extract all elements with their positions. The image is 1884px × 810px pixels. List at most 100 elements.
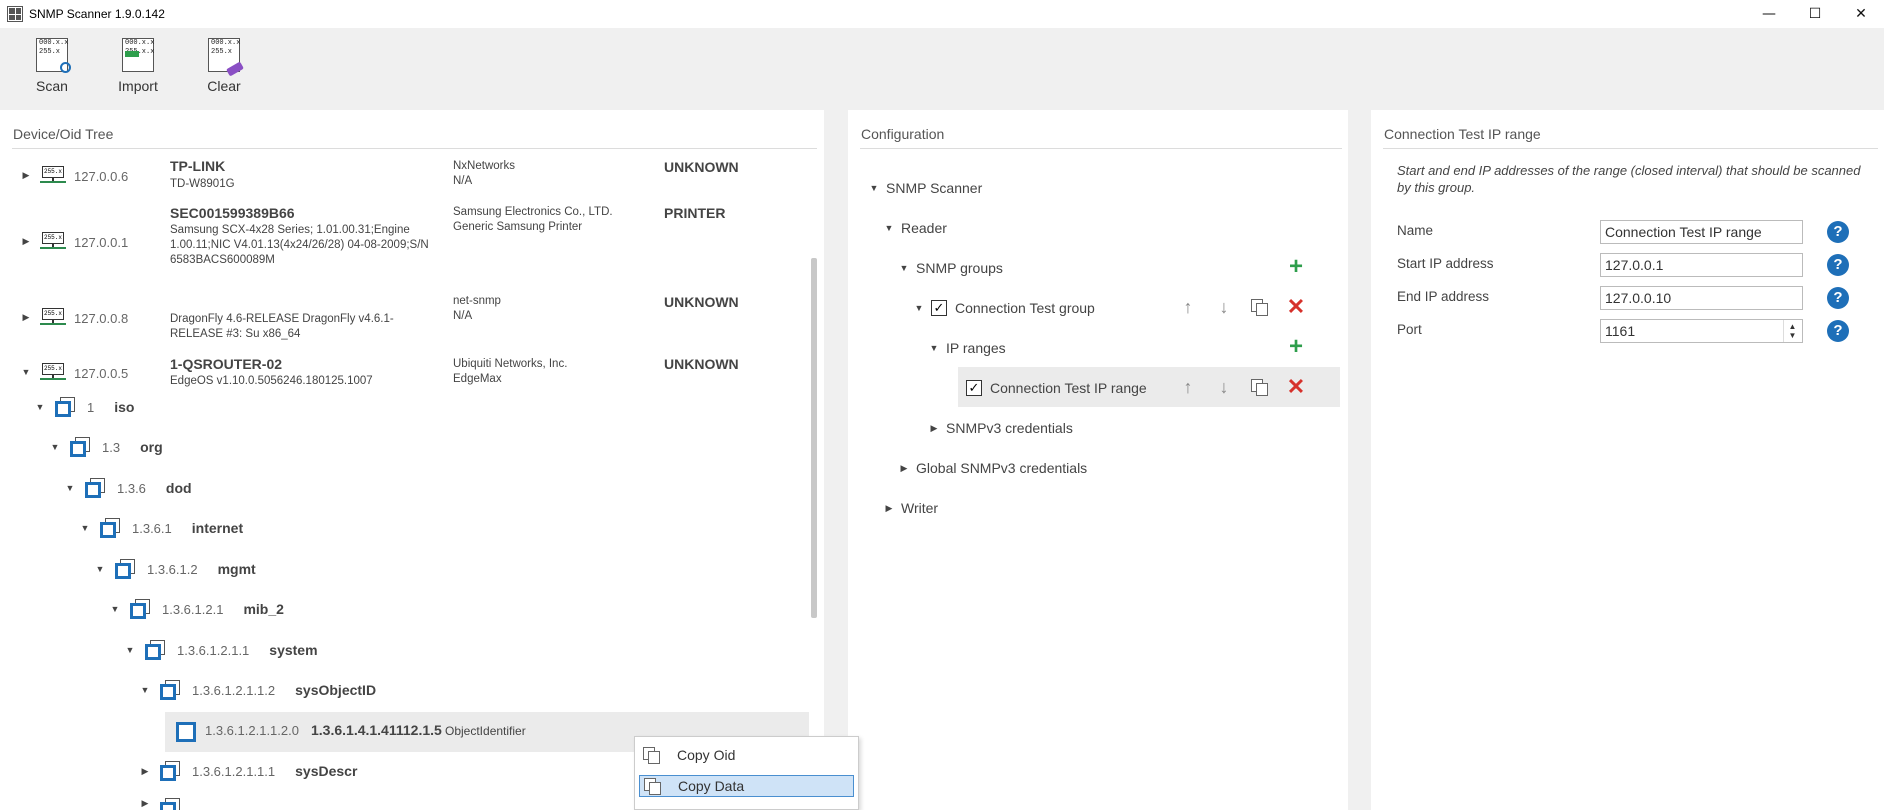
collapse-arrow-icon[interactable]: ▼: [928, 343, 940, 353]
move-up-icon[interactable]: ↑: [1178, 377, 1198, 397]
collapse-arrow-icon[interactable]: ▼: [21, 367, 31, 377]
oid-node[interactable]: ▼ 1.3.6.1.2.1.1 system: [123, 635, 318, 665]
move-down-icon[interactable]: ↓: [1214, 297, 1234, 317]
name-field-row: Name ?: [1397, 220, 1867, 244]
collapse-arrow-icon[interactable]: ▼: [138, 685, 152, 695]
collapse-arrow-icon[interactable]: ▼: [78, 523, 92, 533]
expand-arrow-icon[interactable]: ▶: [21, 236, 31, 246]
collapse-arrow-icon[interactable]: ▼: [898, 263, 910, 273]
duplicate-icon[interactable]: [1251, 299, 1268, 316]
expand-arrow-icon[interactable]: ▶: [21, 312, 31, 322]
oid-name: mib_2: [243, 601, 284, 617]
oid-node[interactable]: ▼ 1.3.6.1.2.1.1.2 sysObjectID: [138, 675, 376, 705]
tree-scrollbar[interactable]: [811, 258, 817, 618]
help-icon[interactable]: ?: [1827, 221, 1849, 243]
tree-node-snmp-scanner[interactable]: ▼ SNMP Scanner: [868, 176, 983, 200]
scan-button[interactable]: 000.x.x 255.x Scan: [17, 28, 87, 110]
move-down-icon[interactable]: ↓: [1214, 377, 1234, 397]
oid-node[interactable]: ▼ 1.3 org: [48, 432, 163, 462]
expand-arrow-icon[interactable]: ▶: [138, 766, 152, 777]
close-button[interactable]: ✕: [1838, 0, 1884, 28]
tree-node-global-snmpv3[interactable]: ▶ Global SNMPv3 credentials: [898, 456, 1088, 480]
end-ip-input[interactable]: [1600, 286, 1803, 310]
node-label: Connection Test group: [955, 300, 1095, 316]
clear-button[interactable]: 000.x.x 255.x Clear: [189, 28, 259, 110]
oid-name: sysDescr: [295, 763, 358, 779]
collapse-arrow-icon[interactable]: ▼: [48, 442, 62, 452]
oid-node-partial[interactable]: ▶: [138, 798, 180, 810]
device-type: UNKNOWN: [664, 294, 739, 310]
add-group-button[interactable]: +: [1286, 253, 1306, 280]
collapse-arrow-icon[interactable]: ▼: [33, 402, 47, 412]
tree-node-snmp-groups[interactable]: ▼ SNMP groups: [898, 256, 1003, 280]
node-label: SNMPv3 credentials: [946, 420, 1073, 436]
maximize-button[interactable]: ☐: [1792, 0, 1838, 28]
collapse-arrow-icon[interactable]: ▼: [63, 483, 77, 493]
window-title: SNMP Scanner 1.9.0.142: [29, 7, 165, 21]
duplicate-icon[interactable]: [1251, 379, 1268, 396]
collapse-arrow-icon[interactable]: ▼: [93, 564, 107, 574]
copy-icon: [643, 747, 661, 764]
collapse-arrow-icon[interactable]: ▼: [123, 645, 137, 655]
copy-icon: [644, 778, 662, 795]
expand-arrow-icon[interactable]: ▶: [21, 170, 31, 180]
device-row[interactable]: ▶ 255.x 127.0.0.1 SEC001599389B66 Samsun…: [0, 205, 810, 280]
copy-data-menu-item[interactable]: Copy Data: [639, 775, 854, 797]
collapse-arrow-icon[interactable]: ▼: [868, 183, 880, 193]
collapse-arrow-icon[interactable]: ▼: [883, 223, 895, 233]
help-icon[interactable]: ?: [1827, 254, 1849, 276]
oid-node[interactable]: ▼ 1 iso: [33, 392, 134, 422]
oid-node[interactable]: ▼ 1.3.6.1 internet: [78, 513, 243, 543]
expand-arrow-icon[interactable]: ▶: [138, 798, 152, 809]
range-enabled-checkbox[interactable]: ✓: [966, 380, 982, 396]
help-icon[interactable]: ?: [1827, 320, 1849, 342]
scan-icon: 000.x.x 255.x: [36, 38, 71, 73]
tree-node-writer[interactable]: ▶ Writer: [883, 496, 939, 520]
expand-arrow-icon[interactable]: ▶: [928, 423, 940, 434]
tree-node-ip-ranges[interactable]: ▼ IP ranges: [928, 336, 1006, 360]
node-label: Global SNMPv3 credentials: [916, 460, 1088, 476]
oid-node-icon: [100, 518, 120, 538]
group-enabled-checkbox[interactable]: ✓: [931, 300, 947, 316]
tree-node-reader[interactable]: ▼ Reader: [883, 216, 947, 240]
oid-leaf-icon: [176, 722, 196, 742]
node-label: SNMP groups: [916, 260, 1003, 276]
device-icon: 255.x: [40, 232, 66, 252]
tree-node-group[interactable]: ▼ ✓ Connection Test group: [913, 296, 1095, 320]
tree-panel-divider: [12, 148, 817, 149]
port-label: Port: [1397, 322, 1422, 337]
port-spinner[interactable]: ▲ ▼: [1783, 320, 1801, 342]
tree-node-range[interactable]: ✓ Connection Test IP range: [966, 376, 1147, 400]
spin-down-icon[interactable]: ▼: [1789, 331, 1797, 340]
minimize-button[interactable]: —: [1746, 0, 1792, 28]
collapse-arrow-icon[interactable]: ▼: [108, 604, 122, 614]
port-input[interactable]: [1600, 319, 1803, 343]
copy-oid-menu-item[interactable]: Copy Oid: [639, 744, 854, 766]
collapse-arrow-icon[interactable]: ▼: [913, 303, 925, 313]
oid-node[interactable]: ▼ 1.3.6.1.2.1 mib_2: [108, 594, 284, 624]
spin-up-icon[interactable]: ▲: [1789, 322, 1797, 331]
device-row[interactable]: ▶ 255.x 127.0.0.6 TP-LINK TD-W8901G NxNe…: [0, 150, 810, 200]
move-up-icon[interactable]: ↑: [1178, 297, 1198, 317]
oid-node[interactable]: ▼ 1.3.6 dod: [63, 473, 192, 503]
start-ip-input[interactable]: [1600, 253, 1803, 277]
oid-node[interactable]: ▶ 1.3.6.1.2.1.1.1 sysDescr: [138, 756, 357, 786]
device-name: 1-QSROUTER-02: [170, 356, 283, 372]
expand-arrow-icon[interactable]: ▶: [883, 503, 895, 514]
device-row[interactable]: ▶ 255.x 127.0.0.8 DragonFly 4.6-RELEASE …: [0, 282, 810, 340]
delete-range-icon[interactable]: ✕: [1286, 374, 1306, 399]
help-icon[interactable]: ?: [1827, 287, 1849, 309]
oid-node[interactable]: ▼ 1.3.6.1.2 mgmt: [93, 554, 256, 584]
device-oid-tree-panel: Device/Oid Tree ▶ 255.x 127.0.0.6 TP-LIN…: [0, 110, 824, 810]
delete-group-icon[interactable]: ✕: [1286, 294, 1306, 319]
node-label: Writer: [901, 500, 939, 516]
start-ip-field-row: Start IP address ?: [1397, 253, 1867, 277]
import-button[interactable]: 000.x.x 255.x.x Import: [103, 28, 173, 110]
add-range-button[interactable]: +: [1286, 333, 1306, 360]
device-row[interactable]: ▼ 255.x 127.0.0.5 1-QSROUTER-02 EdgeOS v…: [0, 345, 810, 395]
name-input[interactable]: [1600, 220, 1803, 244]
device-ip: 127.0.0.5: [74, 366, 129, 381]
tree-node-snmpv3[interactable]: ▶ SNMPv3 credentials: [928, 416, 1073, 440]
expand-arrow-icon[interactable]: ▶: [898, 463, 910, 474]
device-description: DragonFly 4.6-RELEASE DragonFly v4.6.1-R…: [170, 313, 394, 340]
